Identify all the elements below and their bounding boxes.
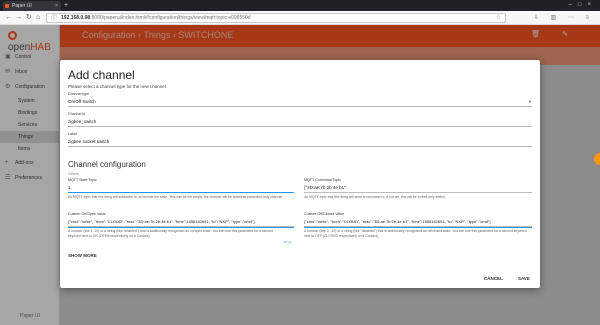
chevron-down-icon: ▼ — [528, 99, 532, 104]
done-button[interactable]: Done — [284, 240, 291, 244]
channel-id-input[interactable]: zigbee_switch — [68, 118, 532, 127]
favicon-icon — [5, 4, 9, 8]
add-channel-dialog: Add channel Please select a channel type… — [60, 60, 540, 288]
group-others-label: Others — [68, 172, 79, 176]
on-value-help: A number (like 1, 10) or a string (like … — [68, 229, 274, 238]
tab-close-icon[interactable]: × — [55, 1, 58, 11]
on-value-focus-line — [68, 227, 294, 228]
channel-configuration-heading: Channel configuration — [68, 160, 146, 169]
reload-icon[interactable]: ↻ — [26, 13, 32, 23]
command-topic-help: An MQTT topic that this thing will send … — [304, 195, 446, 199]
off-value-focus-line — [304, 227, 532, 228]
on-value-label: Custom On/Open Value — [68, 212, 106, 216]
off-value-input[interactable]: {"cmd":"write", "from":"CLOUD", "mac":"3… — [304, 218, 532, 227]
url-host: 192.168.0.98 — [61, 15, 91, 21]
label-label: Label — [68, 132, 77, 136]
on-value-input[interactable]: {"cmd":"write", "from":"CLOUD", "mac":"3… — [68, 218, 294, 227]
state-topic-label: MQTT State Topic — [68, 178, 97, 182]
off-value-help: A number (like 0, -10) or a string (like… — [304, 229, 527, 238]
tab-title: Paper UI — [12, 3, 32, 9]
url-path: :8080/paperui/index.html#/configuration/… — [90, 15, 251, 21]
command-topic-label: MQTT Command Topic — [304, 178, 342, 182]
state-topic-input[interactable]: 1 — [68, 184, 294, 193]
command-topic-input[interactable]: {"3D:ae:7b:2b:4e:b1" — [304, 184, 532, 193]
address-bar[interactable]: ⓘ 192.168.0.98:8080/paperui/index.html#/… — [46, 13, 506, 23]
new-tab-button[interactable]: + — [64, 0, 68, 11]
channel-type-select[interactable]: On/Off Switch ▼ — [68, 98, 532, 107]
toolbar-icons[interactable]: ⇩ ▥ ⋯ ≡ — [534, 13, 594, 23]
browser-tab[interactable]: Paper UI × — [3, 1, 61, 11]
back-icon[interactable]: ← — [5, 13, 12, 23]
label-input[interactable]: zigbee socket switch — [68, 138, 532, 147]
dialog-title: Add channel — [68, 68, 135, 82]
bookmark-star-icon[interactable]: ☆ — [496, 14, 501, 23]
cancel-button[interactable]: CANCEL — [484, 276, 503, 281]
off-value-label: Custom Off/Closed Value — [304, 212, 345, 216]
save-button[interactable]: SAVE — [518, 276, 530, 281]
browser-tab-bar: Paper UI × + –□× — [0, 0, 600, 11]
window-controls[interactable]: –□× — [569, 0, 597, 11]
home-icon[interactable]: ⌂ — [36, 13, 40, 23]
show-more-button[interactable]: SHOW MORE — [68, 253, 97, 258]
dialog-subtitle: Please select a channel type for the new… — [68, 84, 168, 89]
channel-id-label: Channel id — [68, 112, 86, 116]
channel-type-label: Channel type — [68, 92, 90, 96]
state-topic-help: An MQTT topic that this thing will subsc… — [68, 195, 284, 199]
forward-icon[interactable]: → — [15, 13, 22, 23]
floating-action-edge[interactable] — [594, 153, 600, 165]
info-icon: ⓘ — [51, 16, 58, 22]
browser-toolbar: ← → ↻ ⌂ ⓘ 192.168.0.98:8080/paperui/inde… — [0, 11, 600, 25]
